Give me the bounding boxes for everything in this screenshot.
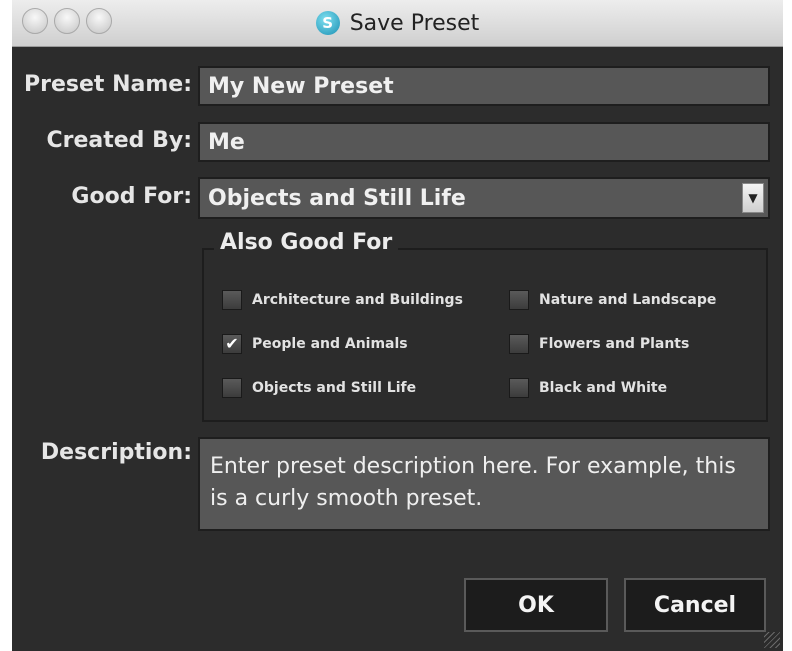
checkbox-label: Nature and Landscape xyxy=(539,292,717,308)
checkbox-label: Black and White xyxy=(539,380,668,396)
window-title: Save Preset xyxy=(349,10,480,36)
app-logo-icon: S xyxy=(315,11,340,35)
cancel-button[interactable]: Cancel xyxy=(624,578,766,632)
created-by-input[interactable]: Me xyxy=(198,122,770,162)
also-good-for-title: Also Good For xyxy=(214,230,399,255)
preset-name-input[interactable]: My New Preset xyxy=(198,66,770,106)
checkbox-box[interactable] xyxy=(509,378,529,398)
checkbox-architecture-and-buildings[interactable]: Architecture and Buildings xyxy=(222,290,463,310)
checkbox-box[interactable] xyxy=(222,378,242,398)
checkbox-objects-and-still-life[interactable]: Objects and Still Life xyxy=(222,378,416,398)
checkbox-label: Flowers and Plants xyxy=(539,336,690,352)
good-for-selected-value: Objects and Still Life xyxy=(208,185,466,211)
checkbox-black-and-white[interactable]: Black and White xyxy=(509,378,667,398)
checkbox-box[interactable] xyxy=(222,290,242,310)
checkbox-flowers-and-plants[interactable]: Flowers and Plants xyxy=(509,334,689,354)
good-for-label: Good For: xyxy=(71,184,192,209)
description-label: Description: xyxy=(40,440,192,465)
preset-name-label: Preset Name: xyxy=(24,72,192,97)
save-preset-dialog: S Save Preset Preset Name: My New Preset… xyxy=(12,0,783,651)
checkbox-box[interactable] xyxy=(509,334,529,354)
checkbox-label: Objects and Still Life xyxy=(252,380,417,396)
ok-button[interactable]: OK xyxy=(464,578,608,632)
checkbox-people-and-animals[interactable]: ✔ People and Animals xyxy=(222,334,408,354)
checkbox-label: Architecture and Buildings xyxy=(252,292,463,308)
description-textarea[interactable]: Enter preset description here. For examp… xyxy=(198,437,770,531)
created-by-label: Created By: xyxy=(46,128,192,153)
checkmark-icon[interactable]: ✔ xyxy=(222,334,242,354)
checkbox-nature-and-landscape[interactable]: Nature and Landscape xyxy=(509,290,716,310)
checkbox-box[interactable] xyxy=(509,290,529,310)
title-group: S Save Preset xyxy=(12,0,783,46)
title-bar[interactable]: S Save Preset xyxy=(12,0,783,47)
chevron-down-icon[interactable]: ▼ xyxy=(742,183,764,213)
checkbox-label: People and Animals xyxy=(252,336,408,352)
good-for-select[interactable]: Objects and Still Life ▼ xyxy=(198,177,770,219)
resize-grip-icon[interactable] xyxy=(764,632,780,648)
